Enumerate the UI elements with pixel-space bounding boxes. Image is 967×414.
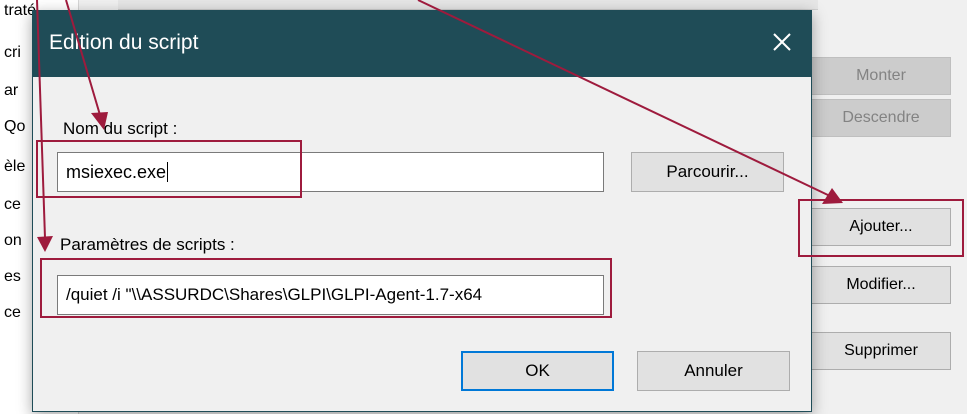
script-params-value: /quiet /i "\\ASSURDC\Shares\GLPI\GLPI-Ag… — [66, 285, 483, 304]
background-top-field — [118, 0, 818, 10]
script-params-input[interactable]: /quiet /i "\\ASSURDC\Shares\GLPI\GLPI-Ag… — [57, 275, 604, 315]
cancel-button[interactable]: Annuler — [637, 351, 790, 391]
move-up-button[interactable]: Monter — [811, 57, 951, 95]
script-name-label: Nom du script : — [63, 119, 178, 138]
delete-button[interactable]: Supprimer — [811, 332, 951, 370]
dialog-title: Edition du script — [49, 31, 199, 54]
close-icon[interactable] — [769, 29, 795, 55]
script-name-value: msiexec.exe — [66, 162, 167, 182]
dialog-titlebar: Edition du script — [33, 11, 811, 77]
move-down-button[interactable]: Descendre — [811, 99, 951, 137]
edit-button[interactable]: Modifier... — [811, 266, 951, 304]
browse-button[interactable]: Parcourir... — [631, 152, 784, 192]
add-button[interactable]: Ajouter... — [811, 208, 951, 246]
script-params-label: Paramètres de scripts : — [60, 235, 235, 254]
text-cursor — [167, 162, 169, 182]
script-name-input[interactable]: msiexec.exe — [57, 152, 604, 192]
ok-button[interactable]: OK — [461, 351, 614, 391]
edit-script-dialog: Edition du script Nom du script : msiexe… — [32, 10, 812, 412]
